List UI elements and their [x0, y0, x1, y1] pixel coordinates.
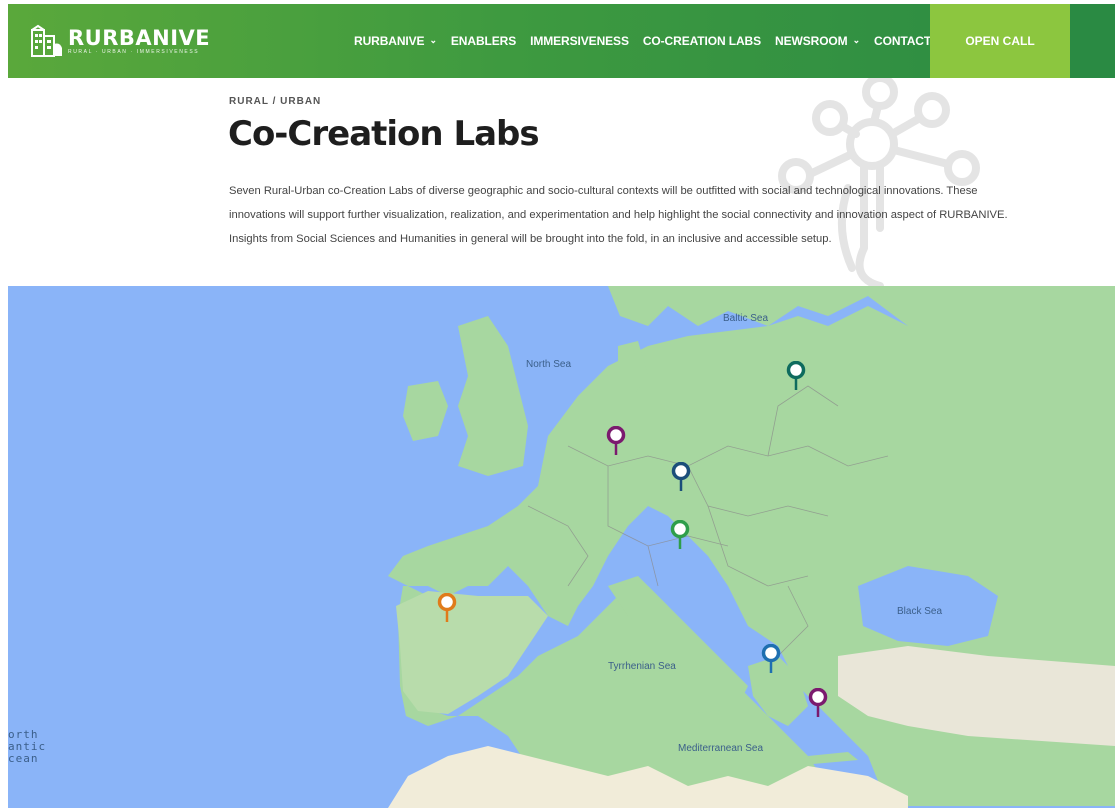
menu-item-co-creation-labs[interactable]: CO-CREATION LABS [643, 34, 761, 48]
main-menu: RURBANIVE ⌄ ENABLERS IMMERSIVENESS CO-CR… [354, 4, 945, 78]
logo-name: RURBANIVE [68, 25, 211, 50]
label-mediterranean-sea: Mediterranean Sea [678, 743, 764, 754]
label-atlantic-ocean: orth antic cean [8, 729, 46, 765]
menu-item-newsroom[interactable]: NEWSROOM ⌄ [775, 34, 860, 48]
label-north-sea: North Sea [526, 359, 572, 370]
logo-tagline: RURAL · URBAN · IMMERSIVENESS [68, 48, 200, 55]
map-pin-icon[interactable] [786, 361, 806, 391]
chevron-down-icon: ⌄ [429, 34, 437, 45]
open-call-button[interactable]: OPEN CALL [930, 4, 1070, 78]
page-title: Co-Creation Labs [228, 114, 540, 154]
map-pin-icon[interactable] [761, 644, 781, 674]
menu-item-label: CO-CREATION LABS [642, 34, 762, 48]
description-line: Seven Rural-Urban co-Creation Labs of di… [229, 185, 978, 197]
land-crete [808, 752, 858, 764]
map-pin-icon[interactable] [671, 462, 691, 492]
ocean-label-line: cean [8, 752, 39, 765]
menu-item-immersiveness[interactable]: IMMERSIVENESS [530, 34, 629, 48]
menu-item-label: CONTACT [874, 34, 932, 48]
top-navbar: RURBANIVE RURAL · URBAN · IMMERSIVENESS … [8, 4, 1115, 78]
menu-item-contact[interactable]: CONTACT [874, 34, 931, 48]
page: RURBANIVE RURAL · URBAN · IMMERSIVENESS … [0, 0, 1115, 808]
map-pin-icon[interactable] [606, 426, 626, 456]
menu-item-rurbanive[interactable]: RURBANIVE ⌄ [354, 34, 437, 48]
map-pin-icon[interactable] [437, 593, 457, 623]
hero-section: RURAL / URBAN Co-Creation Labs Seven Rur… [0, 78, 1115, 286]
menu-item-label: ENABLERS [450, 34, 517, 48]
label-baltic-sea: Baltic Sea [723, 313, 769, 324]
label-tyrrhenian-sea: Tyrrhenian Sea [608, 661, 676, 672]
map-pin-icon[interactable] [808, 688, 828, 718]
land-ireland [403, 381, 448, 441]
menu-item-label: NEWSROOM [775, 34, 848, 48]
label-black-sea: Black Sea [897, 606, 943, 617]
description-line: innovations will support further visuali… [229, 209, 1008, 221]
chevron-down-icon: ⌄ [852, 34, 861, 45]
description-line: Insights from Social Sciences and Humani… [229, 233, 832, 245]
page-description: Seven Rural-Urban co-Creation Labs of di… [229, 179, 1115, 251]
land-britain [458, 316, 528, 476]
labs-map[interactable]: Baltic Sea North Sea Black Sea Tyrrhenia… [8, 286, 1115, 808]
site-logo[interactable]: RURBANIVE RURAL · URBAN · IMMERSIVENESS [30, 22, 210, 60]
nav-end-strip [1070, 4, 1115, 78]
menu-item-label: RURBANIVE [354, 34, 425, 48]
menu-item-enablers[interactable]: ENABLERS [451, 34, 516, 48]
breadcrumb: RURAL / URBAN [229, 96, 322, 107]
menu-item-label: IMMERSIVENESS [530, 34, 629, 48]
logo-building-icon [30, 24, 64, 58]
map-pin-icon[interactable] [670, 520, 690, 550]
